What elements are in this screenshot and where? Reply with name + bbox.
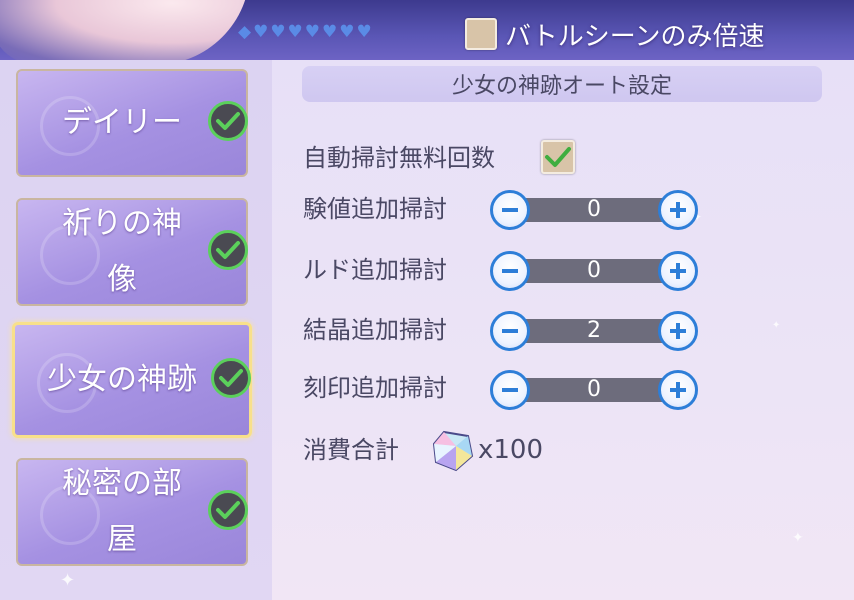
minus-icon xyxy=(502,208,518,212)
exp-sweep-label: 験値追加掃討 xyxy=(303,195,447,223)
mode-label: 少女の神跡 xyxy=(47,362,197,397)
sparkle-icon: ✦ xyxy=(792,530,804,546)
check-icon xyxy=(208,230,248,270)
crystal-sweep-label: 結晶追加掃討 xyxy=(303,316,447,344)
plus-icon xyxy=(670,382,686,398)
sparkle-icon: ✦ xyxy=(772,320,781,331)
stepper-value: 2 xyxy=(587,318,601,343)
increment-button[interactable] xyxy=(658,311,698,351)
decrement-button[interactable] xyxy=(490,370,530,410)
stepper-value: 0 xyxy=(587,377,601,402)
plus-icon xyxy=(670,263,686,279)
gold-sweep-stepper: 0 xyxy=(490,251,698,291)
stepper-value: 0 xyxy=(587,258,601,283)
decrement-button[interactable] xyxy=(490,251,530,291)
seal-sweep-label: 刻印追加掃討 xyxy=(303,374,447,402)
check-icon xyxy=(211,358,251,398)
seal-sweep-stepper: 0 xyxy=(490,370,698,410)
decrement-button[interactable] xyxy=(490,311,530,351)
check-icon xyxy=(208,490,248,530)
minus-icon xyxy=(502,388,518,392)
hearts-decoration: ◆♥♥♥♥♥♥♥ xyxy=(238,22,374,42)
mode-button-girl-miracle[interactable]: 少女の神跡 xyxy=(12,322,252,438)
increment-button[interactable] xyxy=(658,251,698,291)
crystal-sweep-stepper: 2 xyxy=(490,311,698,351)
check-icon xyxy=(545,147,571,167)
gold-sweep-label: ルド追加掃討 xyxy=(303,256,447,284)
top-bar: ◆♥♥♥♥♥♥♥ バトルシーンのみ倍速 xyxy=(0,0,854,65)
check-icon xyxy=(208,101,248,141)
crystal-gem-icon xyxy=(432,430,474,472)
settings-title: 少女の神跡オート設定 xyxy=(302,66,822,102)
decrement-button[interactable] xyxy=(490,190,530,230)
mode-label: 祈りの神像 xyxy=(62,206,182,297)
character-portrait xyxy=(0,0,250,65)
minus-icon xyxy=(502,329,518,333)
increment-button[interactable] xyxy=(658,370,698,410)
minus-icon xyxy=(502,269,518,273)
battle-speed-toggle[interactable]: バトルシーンのみ倍速 xyxy=(465,14,764,54)
auto-free-checkbox[interactable] xyxy=(541,140,575,174)
cost-total-value: x100 xyxy=(478,435,544,465)
auto-free-label: 自動掃討無料回数 xyxy=(303,144,495,172)
increment-button[interactable] xyxy=(658,190,698,230)
mode-button-secret-room[interactable]: 秘密の部屋 xyxy=(16,458,248,566)
plus-icon xyxy=(670,323,686,339)
stepper-value: 0 xyxy=(587,197,601,222)
mode-label: 秘密の部屋 xyxy=(62,466,182,557)
exp-sweep-stepper: 0 xyxy=(490,190,698,230)
sparkle-icon: ✦ xyxy=(60,570,76,591)
mode-label: デイリー xyxy=(62,105,182,140)
cost-total-label: 消費合計 xyxy=(303,436,399,464)
plus-icon xyxy=(670,202,686,218)
battle-speed-checkbox[interactable] xyxy=(465,18,497,50)
mode-button-prayer-statue[interactable]: 祈りの神像 xyxy=(16,198,248,306)
battle-speed-label: バトルシーンのみ倍速 xyxy=(505,21,765,52)
mode-button-daily[interactable]: デイリー xyxy=(16,69,248,177)
